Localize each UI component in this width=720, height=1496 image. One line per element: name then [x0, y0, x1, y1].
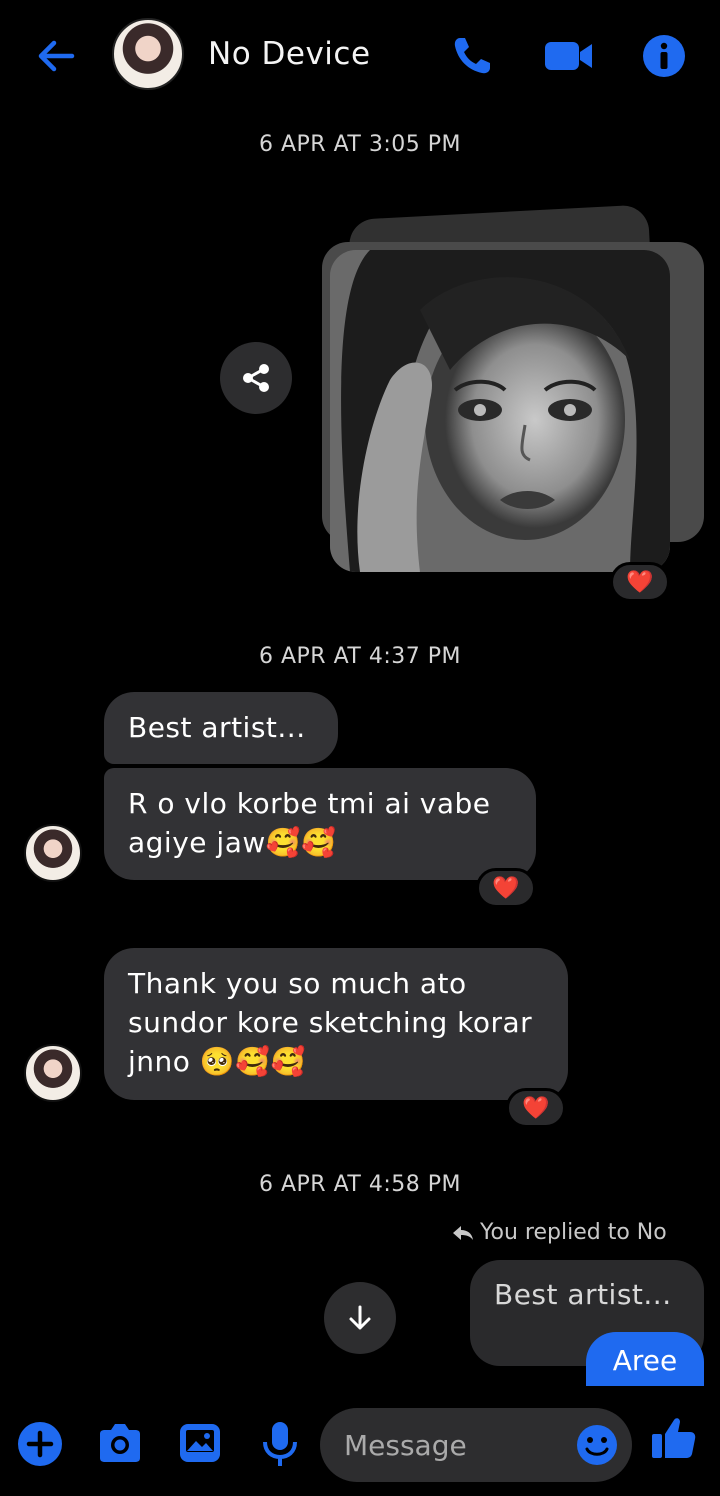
- contact-name[interactable]: No Device: [208, 36, 371, 72]
- plus-icon[interactable]: [16, 1420, 64, 1468]
- gallery-icon[interactable]: [176, 1420, 224, 1468]
- microphone-icon[interactable]: [256, 1420, 304, 1468]
- message-input[interactable]: [344, 1422, 564, 1468]
- chat-header: No Device: [0, 0, 720, 112]
- back-arrow-icon[interactable]: [34, 34, 78, 78]
- heart-icon: ❤️: [522, 1095, 550, 1121]
- sender-avatar[interactable]: [24, 1044, 82, 1102]
- contact-avatar[interactable]: [112, 18, 184, 90]
- info-icon[interactable]: [640, 32, 688, 80]
- phone-icon[interactable]: [448, 32, 496, 80]
- video-call-icon[interactable]: [544, 32, 594, 80]
- heart-icon: ❤️: [626, 569, 654, 595]
- heart-icon: ❤️: [492, 875, 520, 901]
- heart-reaction[interactable]: ❤️: [476, 868, 536, 908]
- message-field[interactable]: [320, 1408, 632, 1482]
- sender-avatar[interactable]: [24, 824, 82, 882]
- received-message[interactable]: Thank you so much ato sundor kore sketch…: [104, 948, 568, 1100]
- scroll-to-bottom-button[interactable]: [324, 1282, 396, 1354]
- timestamp: 6 APR AT 3:05 PM: [258, 132, 461, 157]
- timestamp: 6 APR AT 4:58 PM: [258, 1172, 461, 1197]
- camera-icon[interactable]: [96, 1420, 144, 1468]
- heart-reaction[interactable]: ❤️: [610, 562, 670, 602]
- heart-reaction[interactable]: ❤️: [506, 1088, 566, 1128]
- received-message[interactable]: R o vlo korbe tmi ai vabe agiye jaw🥰🥰: [104, 768, 536, 880]
- emoji-icon[interactable]: [576, 1424, 618, 1466]
- received-message[interactable]: Best artist...: [104, 692, 338, 764]
- message-composer: [0, 1390, 720, 1496]
- share-icon: [243, 364, 269, 392]
- sketch-photo[interactable]: [330, 250, 670, 572]
- pencil-sketch-portrait: [330, 250, 670, 572]
- arrow-down-icon: [349, 1305, 371, 1330]
- thumbs-up-icon[interactable]: [650, 1414, 698, 1462]
- reply-arrow-icon: [453, 1226, 473, 1240]
- timestamp: 6 APR AT 4:37 PM: [258, 644, 461, 669]
- reply-indicator: You replied to No: [452, 1220, 667, 1245]
- share-button[interactable]: [220, 342, 292, 414]
- sent-message[interactable]: Aree: [586, 1332, 704, 1386]
- shared-photo-stack[interactable]: [316, 204, 708, 580]
- reply-indicator-text: You replied to No: [480, 1220, 667, 1245]
